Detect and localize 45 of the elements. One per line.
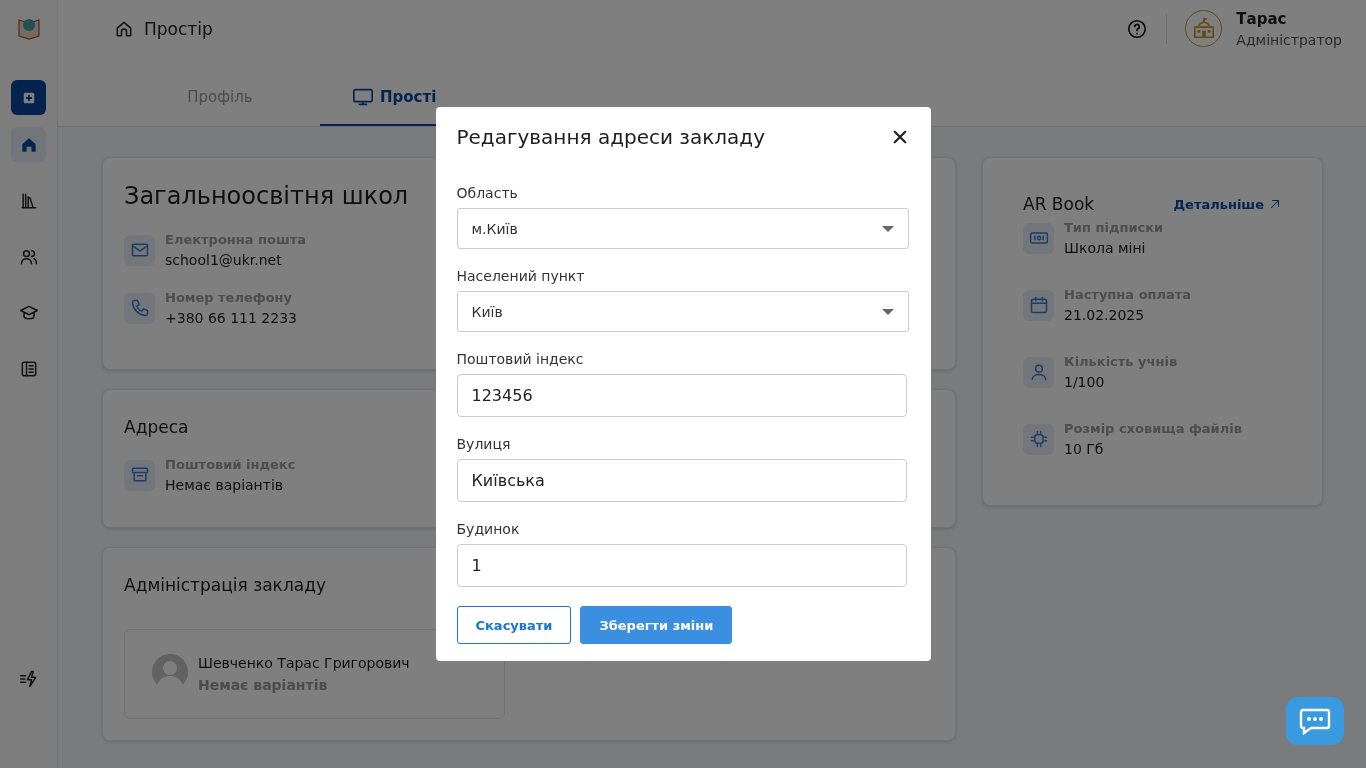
save-button[interactable]: Зберегти зміни [580,606,733,644]
field-label: Будинок [456,521,521,537]
arrow-up-right-icon [1268,197,1282,211]
sidebar-item[interactable] [11,127,46,162]
card-title: Адреса [124,417,190,437]
field-value: Немає варіантів [165,477,285,493]
calendar-icon [1028,295,1049,315]
field-value: 1/100 [1064,374,1106,390]
field-label: Населений пункт [456,268,586,284]
add-button[interactable] [11,80,46,115]
caret-icon [881,225,894,232]
chip-icon [1028,429,1049,449]
help-button[interactable] [1126,17,1149,40]
phone-icon [129,298,150,318]
text-input[interactable]: Київська [456,459,907,502]
chat-icon [1299,707,1331,735]
cancel-button[interactable]: Скасувати [456,606,572,644]
dropdown[interactable]: Київ [456,291,909,332]
school-building-icon [1192,17,1215,40]
user-name: Тарас [1236,9,1288,28]
field-value: school1@ukr.net [165,252,283,268]
help-icon [1126,17,1149,40]
card-title: Адміністрація закладу [124,575,327,595]
chat-button[interactable] [1286,697,1344,745]
field-value: Школа міні [1064,240,1147,256]
text-input[interactable]: 1 [456,544,907,587]
caret-icon [881,308,894,315]
dialog-title: Редагування адреси закладу [456,125,765,149]
text-input[interactable]: 123456 [456,374,907,417]
field-value: +380 66 111 2233 [165,310,297,326]
breadcrumb-title: Простір [144,18,213,39]
user-role: Адміністратор [1236,31,1342,48]
field-value: 10 Гб [1064,441,1105,457]
archive-box-icon [129,465,150,485]
mail-icon [129,240,150,260]
person-name: Шевченко Тарас Григорович [198,655,410,671]
field-label: Область [456,185,519,201]
field-value: 21.02.2025 [1064,307,1146,323]
field-label: Поштовий індекс [456,351,585,367]
card-title: AR Book [1023,194,1095,214]
field-label: Вулиця [456,436,512,452]
bolt-icon [18,668,39,689]
school-name: Загальноосвітня школ [124,182,409,210]
details-link[interactable]: Детальніше [1173,196,1282,212]
dropdown[interactable]: м.Київ [456,208,909,249]
